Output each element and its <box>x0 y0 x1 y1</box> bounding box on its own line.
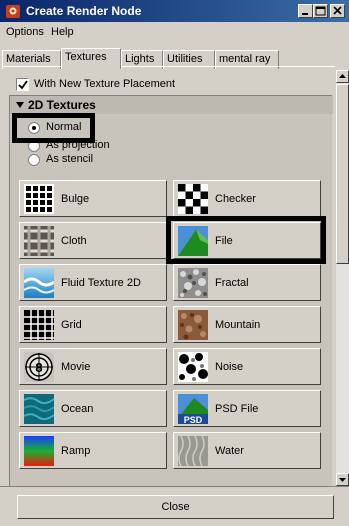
node-label: Mountain <box>215 319 261 331</box>
radio-label: As stencil <box>46 153 94 165</box>
close-button[interactable]: Close <box>17 495 334 519</box>
node-mountain[interactable]: Mountain <box>173 306 321 343</box>
fluid-texture-2d-icon <box>24 268 54 298</box>
cloth-icon <box>24 226 54 256</box>
bulge-icon <box>24 184 54 214</box>
node-label: PSD File <box>215 403 259 415</box>
node-label: Movie <box>61 361 91 373</box>
node-bulge[interactable]: Bulge <box>19 180 167 217</box>
scroll-down-button[interactable] <box>336 473 349 486</box>
node-ramp[interactable]: Ramp <box>19 432 167 469</box>
node-water[interactable]: Water <box>173 432 321 469</box>
node-label: Checker <box>215 193 256 205</box>
node-noise[interactable]: Noise <box>173 348 321 385</box>
texture-placement-label: With New Texture Placement <box>34 78 176 90</box>
texture-placement-checkbox[interactable] <box>16 78 29 91</box>
node-label: Fractal <box>215 277 249 289</box>
node-label: Grid <box>61 319 82 331</box>
node-cloth[interactable]: Cloth <box>19 222 167 259</box>
ocean-icon <box>24 394 54 424</box>
psd-file-icon: PSD <box>178 394 208 424</box>
title-bar: Create Render Node <box>0 0 349 22</box>
fractal-icon <box>178 268 208 298</box>
node-file[interactable]: File <box>173 222 321 259</box>
section-title: 2D Textures <box>28 98 96 112</box>
svg-text:PSD: PSD <box>184 415 203 424</box>
node-label: Fluid Texture 2D <box>61 277 141 289</box>
node-label: Cloth <box>61 235 87 247</box>
node-ocean[interactable]: Ocean <box>19 390 167 427</box>
tab-textures[interactable]: Textures <box>61 48 121 69</box>
tab-divider <box>2 66 335 67</box>
node-label: File <box>215 235 233 247</box>
menu-bar: Options Help <box>0 22 349 41</box>
water-icon <box>178 436 208 466</box>
node-checker[interactable]: Checker <box>173 180 321 217</box>
scroll-thumb[interactable] <box>336 84 349 264</box>
checker-icon <box>178 184 208 214</box>
node-label: Noise <box>215 361 244 373</box>
2d-textures-section: 2D Textures Normal As projection As sten… <box>9 95 333 486</box>
node-psd-file[interactable]: PSD PSD File <box>173 390 321 427</box>
menu-help[interactable]: Help <box>49 25 76 39</box>
scroll-up-button[interactable] <box>336 70 349 83</box>
node-label: Ramp <box>61 445 91 457</box>
node-label: Water <box>215 445 244 457</box>
maya-app-icon <box>5 3 21 19</box>
radio-button[interactable] <box>28 154 40 166</box>
close-window-button[interactable] <box>330 4 345 18</box>
tab-bar: Materials Textures Lights Utilities ment… <box>0 43 349 69</box>
minimize-button[interactable] <box>298 4 313 18</box>
radio-label: As projection <box>46 139 110 151</box>
node-movie[interactable]: 8 Movie <box>19 348 167 385</box>
radio-button[interactable] <box>28 140 40 152</box>
maximize-button[interactable] <box>313 4 328 18</box>
ramp-icon <box>24 436 54 466</box>
collapse-arrow-icon[interactable] <box>15 100 25 112</box>
file-icon <box>178 226 208 256</box>
mountain-icon <box>178 310 208 340</box>
svg-text:8: 8 <box>35 360 42 375</box>
radio-button[interactable] <box>28 122 40 134</box>
node-label: Ocean <box>61 403 94 415</box>
radio-label: Normal <box>46 121 82 133</box>
window-title: Create Render Node <box>26 4 142 18</box>
node-fluid-texture-2d[interactable]: Fluid Texture 2D <box>19 264 167 301</box>
grid-icon <box>24 310 54 340</box>
node-label: Bulge <box>61 193 90 205</box>
node-fractal[interactable]: Fractal <box>173 264 321 301</box>
node-grid[interactable]: Grid <box>19 306 167 343</box>
noise-icon <box>178 352 208 382</box>
movie-icon: 8 <box>24 352 54 382</box>
section-header[interactable]: 2D Textures <box>10 96 333 114</box>
menu-options[interactable]: Options <box>4 25 46 39</box>
